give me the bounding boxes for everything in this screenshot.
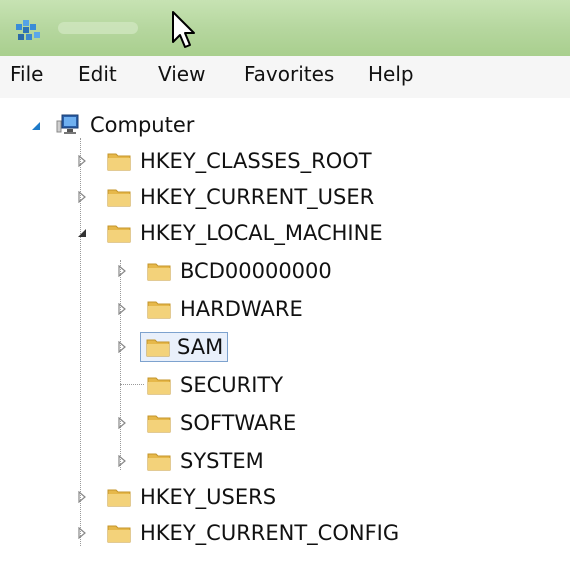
menu-view[interactable]: View xyxy=(158,62,205,86)
tree-node-sam[interactable]: SAM xyxy=(116,330,229,364)
folder-icon xyxy=(147,301,171,319)
menu-favorites[interactable]: Favorites xyxy=(244,62,334,86)
folder-icon xyxy=(107,489,131,507)
expand-arrow-icon[interactable] xyxy=(76,491,88,503)
menu-file[interactable]: File xyxy=(10,62,43,86)
computer-icon xyxy=(56,114,79,134)
tree-label: HKEY_LOCAL_MACHINE xyxy=(140,221,383,245)
tree-node-hkey-current-config[interactable]: HKEY_CURRENT_CONFIG xyxy=(76,516,399,550)
menu-bar: File Edit View Favorites Help xyxy=(0,56,570,99)
tree-node-hkey-current-user[interactable]: HKEY_CURRENT_USER xyxy=(76,180,374,214)
expand-arrow-icon[interactable] xyxy=(116,417,128,429)
expand-arrow-icon[interactable] xyxy=(76,191,88,203)
window-title-blurred xyxy=(58,22,138,34)
expand-arrow-icon[interactable] xyxy=(116,455,128,467)
regedit-icon xyxy=(16,20,40,40)
folder-icon xyxy=(107,189,131,207)
tree-node-software[interactable]: SOFTWARE xyxy=(116,406,296,440)
folder-icon xyxy=(107,525,131,543)
tree-node-hkey-local-machine[interactable]: HKEY_LOCAL_MACHINE xyxy=(76,216,383,250)
collapse-arrow-icon[interactable] xyxy=(30,120,42,132)
tree-node-computer[interactable]: Computer xyxy=(30,108,194,142)
folder-icon xyxy=(107,153,131,171)
tree-label: SOFTWARE xyxy=(180,411,297,435)
expand-arrow-icon[interactable] xyxy=(116,265,128,277)
folder-icon xyxy=(147,415,171,433)
tree-label: SECURITY xyxy=(180,373,284,397)
tree-label: HKEY_CURRENT_CONFIG xyxy=(140,521,400,545)
folder-icon xyxy=(146,339,170,357)
tree-label: SAM xyxy=(177,335,224,359)
tree-node-hkey-classes-root[interactable]: HKEY_CLASSES_ROOT xyxy=(76,144,372,178)
folder-icon xyxy=(147,453,171,471)
tree-label: Computer xyxy=(90,113,195,137)
tree-node-system[interactable]: SYSTEM xyxy=(116,444,264,478)
folder-icon xyxy=(107,225,131,243)
expand-arrow-icon[interactable] xyxy=(76,155,88,167)
tree-node-hkey-users[interactable]: HKEY_USERS xyxy=(76,480,276,514)
tree-label: HKEY_USERS xyxy=(140,485,277,509)
collapse-arrow-icon[interactable] xyxy=(76,227,88,239)
tree-label: HARDWARE xyxy=(180,297,303,321)
expand-arrow-icon[interactable] xyxy=(76,527,88,539)
menu-edit[interactable]: Edit xyxy=(78,62,117,86)
tree-node-security[interactable]: SECURITY xyxy=(116,368,283,402)
menu-help[interactable]: Help xyxy=(368,62,414,86)
expand-arrow-icon[interactable] xyxy=(116,341,128,353)
tree-label: BCD00000000 xyxy=(180,259,332,283)
title-bar xyxy=(0,0,570,56)
folder-icon xyxy=(147,263,171,281)
registry-tree: Computer HKEY_CLASSES_ROOT HKEY_CURRENT_… xyxy=(0,98,570,582)
tree-label: SYSTEM xyxy=(180,449,264,473)
tree-label: HKEY_CURRENT_USER xyxy=(140,185,375,209)
tree-node-bcd00000000[interactable]: BCD00000000 xyxy=(116,254,332,288)
tree-node-hardware[interactable]: HARDWARE xyxy=(116,292,303,326)
tree-label: HKEY_CLASSES_ROOT xyxy=(140,149,372,173)
selection-highlight: SAM xyxy=(140,332,229,362)
expand-arrow-icon[interactable] xyxy=(116,303,128,315)
folder-icon xyxy=(147,377,171,395)
mouse-pointer-icon xyxy=(172,11,195,48)
